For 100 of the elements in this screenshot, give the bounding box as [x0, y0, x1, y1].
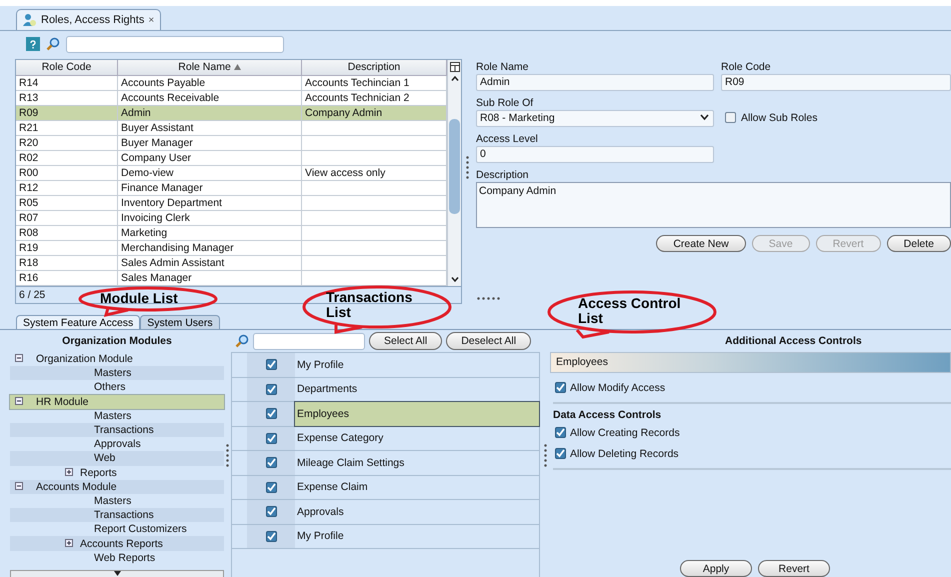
tree-item[interactable]: Accounts Module: [10, 480, 224, 494]
action-button[interactable]: Revert: [758, 560, 830, 577]
table-cell[interactable]: [302, 151, 447, 166]
checkbox[interactable]: [266, 432, 276, 444]
table-cell[interactable]: Invoicing Clerk: [118, 211, 302, 226]
table-cell[interactable]: R14: [16, 76, 118, 91]
column-header[interactable]: Role Name: [118, 60, 302, 76]
table-cell[interactable]: R02: [16, 151, 118, 166]
column-header[interactable]: Description: [302, 60, 447, 76]
tree-item[interactable]: Masters: [10, 494, 224, 508]
splitter-handle[interactable]: [544, 443, 547, 467]
transaction-row[interactable]: Mileage Claim Settings: [232, 451, 539, 476]
table-cell[interactable]: Sales Manager: [118, 271, 302, 286]
table-cell[interactable]: R08: [16, 226, 118, 241]
table-cell[interactable]: R09: [16, 106, 118, 121]
checkbox[interactable]: [555, 448, 566, 459]
table-cell[interactable]: R12: [16, 181, 118, 196]
table-cell[interactable]: Admin: [118, 106, 302, 121]
table-cell[interactable]: Company User: [118, 151, 302, 166]
role-name-field[interactable]: Admin: [476, 74, 714, 91]
search-field[interactable]: [66, 36, 284, 52]
table-cell[interactable]: Marketing: [118, 226, 302, 241]
collapse-icon[interactable]: [15, 354, 23, 362]
checkbox[interactable]: [266, 384, 276, 395]
table-cell[interactable]: R16: [16, 271, 118, 286]
search-icon[interactable]: [235, 334, 249, 348]
transaction-row[interactable]: Approvals: [232, 500, 539, 524]
table-cell[interactable]: [302, 241, 447, 256]
scroll-down-icon[interactable]: [450, 277, 458, 282]
table-cell[interactable]: Sales Admin Assistant: [118, 256, 302, 271]
checkbox[interactable]: [266, 359, 276, 370]
transaction-row[interactable]: Expense Category: [232, 426, 539, 451]
tab[interactable]: System Feature Access: [16, 315, 140, 329]
access-level-field[interactable]: 0: [476, 146, 714, 163]
table-cell[interactable]: R21: [16, 121, 118, 136]
table-cell[interactable]: Buyer Manager: [118, 136, 302, 151]
tree-item[interactable]: Masters: [10, 366, 224, 380]
form-button[interactable]: Create New: [656, 235, 746, 252]
select-button[interactable]: Select All: [369, 332, 442, 350]
collapse-icon[interactable]: [15, 396, 23, 405]
checkbox[interactable]: [266, 482, 276, 493]
checkbox[interactable]: [266, 506, 276, 518]
close-icon[interactable]: ×: [148, 14, 154, 26]
tree-item[interactable]: Accounts Reports: [10, 536, 224, 551]
tab[interactable]: System Users: [140, 315, 220, 329]
sub-role-dropdown[interactable]: R08 - Marketing: [476, 110, 714, 127]
tree-item[interactable]: Organization Module: [10, 352, 224, 366]
table-cell[interactable]: [302, 271, 447, 286]
checkbox[interactable]: [266, 457, 276, 468]
table-cell[interactable]: Accounts Techincian 1: [302, 76, 447, 91]
select-button[interactable]: Deselect All: [446, 332, 532, 350]
table-cell[interactable]: [302, 211, 447, 226]
table-cell[interactable]: Accounts Payable: [118, 76, 302, 91]
checkbox[interactable]: [266, 530, 276, 542]
search-icon[interactable]: [46, 37, 60, 51]
table-cell[interactable]: Demo-view: [118, 166, 302, 181]
table-cell[interactable]: View access only: [302, 166, 447, 181]
role-code-field[interactable]: R09: [721, 74, 951, 91]
collapse-icon[interactable]: [15, 482, 23, 490]
transaction-row[interactable]: Expense Claim: [232, 476, 539, 500]
search-field[interactable]: [253, 332, 365, 350]
table-cell[interactable]: Inventory Department: [118, 196, 302, 211]
checkbox[interactable]: [266, 408, 276, 420]
splitter-handle[interactable]: [226, 443, 229, 467]
tree-item[interactable]: Transactions: [10, 422, 224, 438]
tree-item[interactable]: Web Reports: [10, 550, 224, 565]
action-button[interactable]: Apply: [680, 560, 752, 577]
table-cell[interactable]: [302, 196, 447, 211]
table-cell[interactable]: [302, 136, 447, 151]
transaction-row[interactable]: My Profile: [232, 524, 539, 549]
table-cell[interactable]: Buyer Assistant: [118, 121, 302, 136]
table-cell[interactable]: [302, 226, 447, 241]
scroll-up-icon[interactable]: [450, 76, 458, 81]
columns-icon[interactable]: [450, 62, 460, 72]
table-cell[interactable]: [302, 256, 447, 271]
table-cell[interactable]: R07: [16, 211, 118, 226]
tree-item[interactable]: Approvals: [10, 437, 224, 452]
checkbox[interactable]: [555, 382, 566, 393]
table-cell[interactable]: [302, 181, 447, 196]
table-cell[interactable]: Finance Manager: [118, 181, 302, 196]
table-cell[interactable]: R18: [16, 256, 118, 271]
expand-icon[interactable]: [65, 538, 73, 547]
table-cell[interactable]: R05: [16, 196, 118, 211]
splitter-handle[interactable]: [476, 297, 502, 300]
table-cell[interactable]: R20: [16, 136, 118, 151]
expand-icon[interactable]: [65, 468, 73, 476]
table-cell[interactable]: R00: [16, 166, 118, 181]
tree-item[interactable]: Others: [10, 380, 224, 395]
scrollbar-thumb[interactable]: [449, 119, 460, 214]
description-field[interactable]: Company Admin: [476, 182, 951, 228]
splitter-handle[interactable]: [466, 154, 469, 178]
tree-item[interactable]: Web: [10, 451, 224, 466]
tree-item[interactable]: Report Customizers: [10, 522, 224, 536]
table-cell[interactable]: [302, 121, 447, 136]
transaction-row[interactable]: My Profile: [232, 353, 539, 378]
tree-item[interactable]: Transactions: [10, 508, 224, 522]
checkbox[interactable]: [725, 112, 736, 123]
column-header[interactable]: Role Code: [16, 60, 118, 76]
table-cell[interactable]: Merchandising Manager: [118, 241, 302, 256]
table-cell[interactable]: R19: [16, 241, 118, 256]
